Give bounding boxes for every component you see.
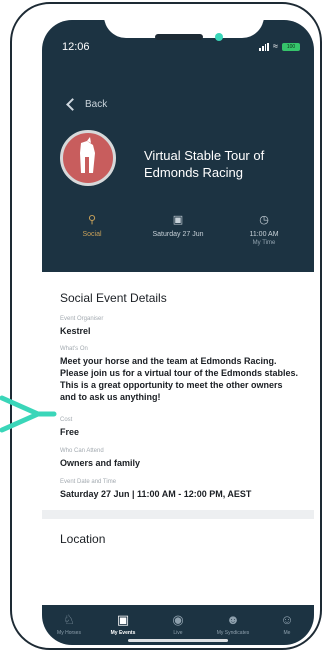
tab-label-my-events: My Events	[110, 630, 136, 636]
tab-my-events[interactable]: ▣ My Events	[98, 612, 148, 636]
live-icon: ◉	[172, 612, 184, 627]
field-value-cost: Free	[60, 427, 80, 437]
camera-dot	[215, 33, 223, 41]
event-details[interactable]: Social Event Details Event Organiser Kes…	[42, 272, 314, 605]
meta-time-label: 11:00 AM	[249, 231, 279, 238]
calendar-icon: ▣	[116, 612, 130, 627]
field-label-attend: Who Can Attend	[60, 448, 104, 454]
tab-label-me: Me	[283, 630, 291, 636]
meta-time-sub: My Time	[252, 240, 276, 246]
status-icons: ≈ 100	[259, 42, 300, 51]
section-divider	[42, 510, 314, 519]
trophy-icon: ⚲	[87, 214, 97, 226]
event-meta-row: ⚲ Social ▣ Saturday 27 Jun ◷ 11:00 AM My…	[42, 213, 314, 259]
app-screen: 12:06 ≈ 100 Back Virtual Stable Tour of …	[42, 20, 314, 645]
field-value-attend: Owners and family	[60, 458, 141, 468]
event-title: Virtual Stable Tour of Edmonds Racing	[144, 148, 265, 180]
field-label-organiser: Event Organiser	[60, 316, 104, 322]
stable-logo	[60, 130, 116, 186]
tab-label-my-syndicates: My Syndicates	[216, 630, 250, 636]
battery-level: 100	[286, 43, 296, 50]
horse-silhouette-icon	[80, 137, 95, 173]
phone-frame: 12:06 ≈ 100 Back Virtual Stable Tour of …	[10, 2, 322, 650]
field-label-datetime: Event Date and Time	[60, 479, 117, 485]
tab-me[interactable]: ☺ Me	[262, 612, 312, 636]
signal-icon	[259, 42, 270, 51]
back-button[interactable]: Back	[66, 98, 108, 111]
meta-date-label: Saturday 27 Jun	[152, 231, 204, 238]
clock-icon: ◷	[259, 214, 269, 226]
battery-icon: 100	[282, 42, 300, 51]
section-title-location: Location	[60, 532, 106, 546]
tab-label-my-horses: My Horses	[57, 630, 81, 636]
wifi-icon: ≈	[273, 41, 278, 51]
horse-icon: ♘	[63, 612, 75, 627]
person-icon: ☺	[280, 612, 294, 627]
tab-my-syndicates[interactable]: ☻ My Syndicates	[208, 612, 258, 636]
home-indicator	[128, 639, 228, 642]
speaker-pill	[155, 34, 203, 40]
chevron-left-icon	[66, 98, 79, 111]
field-value-whats-on: Meet your horse and the team at Edmonds …	[60, 356, 299, 402]
field-value-datetime: Saturday 27 Jun | 11:00 AM - 12:00 PM, A…	[60, 489, 252, 499]
meta-category: ⚲ Social	[52, 213, 132, 238]
phone-notch	[104, 4, 264, 38]
status-time: 12:06	[62, 41, 90, 53]
section-title-details: Social Event Details	[60, 291, 167, 305]
meta-date: ▣ Saturday 27 Jun	[138, 213, 218, 238]
tab-live[interactable]: ◉ Live	[153, 612, 203, 636]
calendar-icon: ▣	[172, 214, 184, 226]
event-header: 12:06 ≈ 100 Back Virtual Stable Tour of …	[42, 20, 314, 272]
tab-label-live: Live	[173, 630, 183, 636]
field-label-whats-on: What's On	[60, 346, 88, 352]
field-label-cost: Cost	[60, 417, 73, 423]
meta-time: ◷ 11:00 AM My Time	[224, 213, 304, 246]
meta-category-label: Social	[82, 231, 102, 238]
field-value-organiser: Kestrel	[60, 326, 91, 336]
annotation-arrow-icon	[0, 395, 57, 433]
back-label: Back	[85, 99, 108, 110]
tab-my-horses[interactable]: ♘ My Horses	[44, 612, 94, 636]
group-icon: ☻	[226, 612, 240, 627]
